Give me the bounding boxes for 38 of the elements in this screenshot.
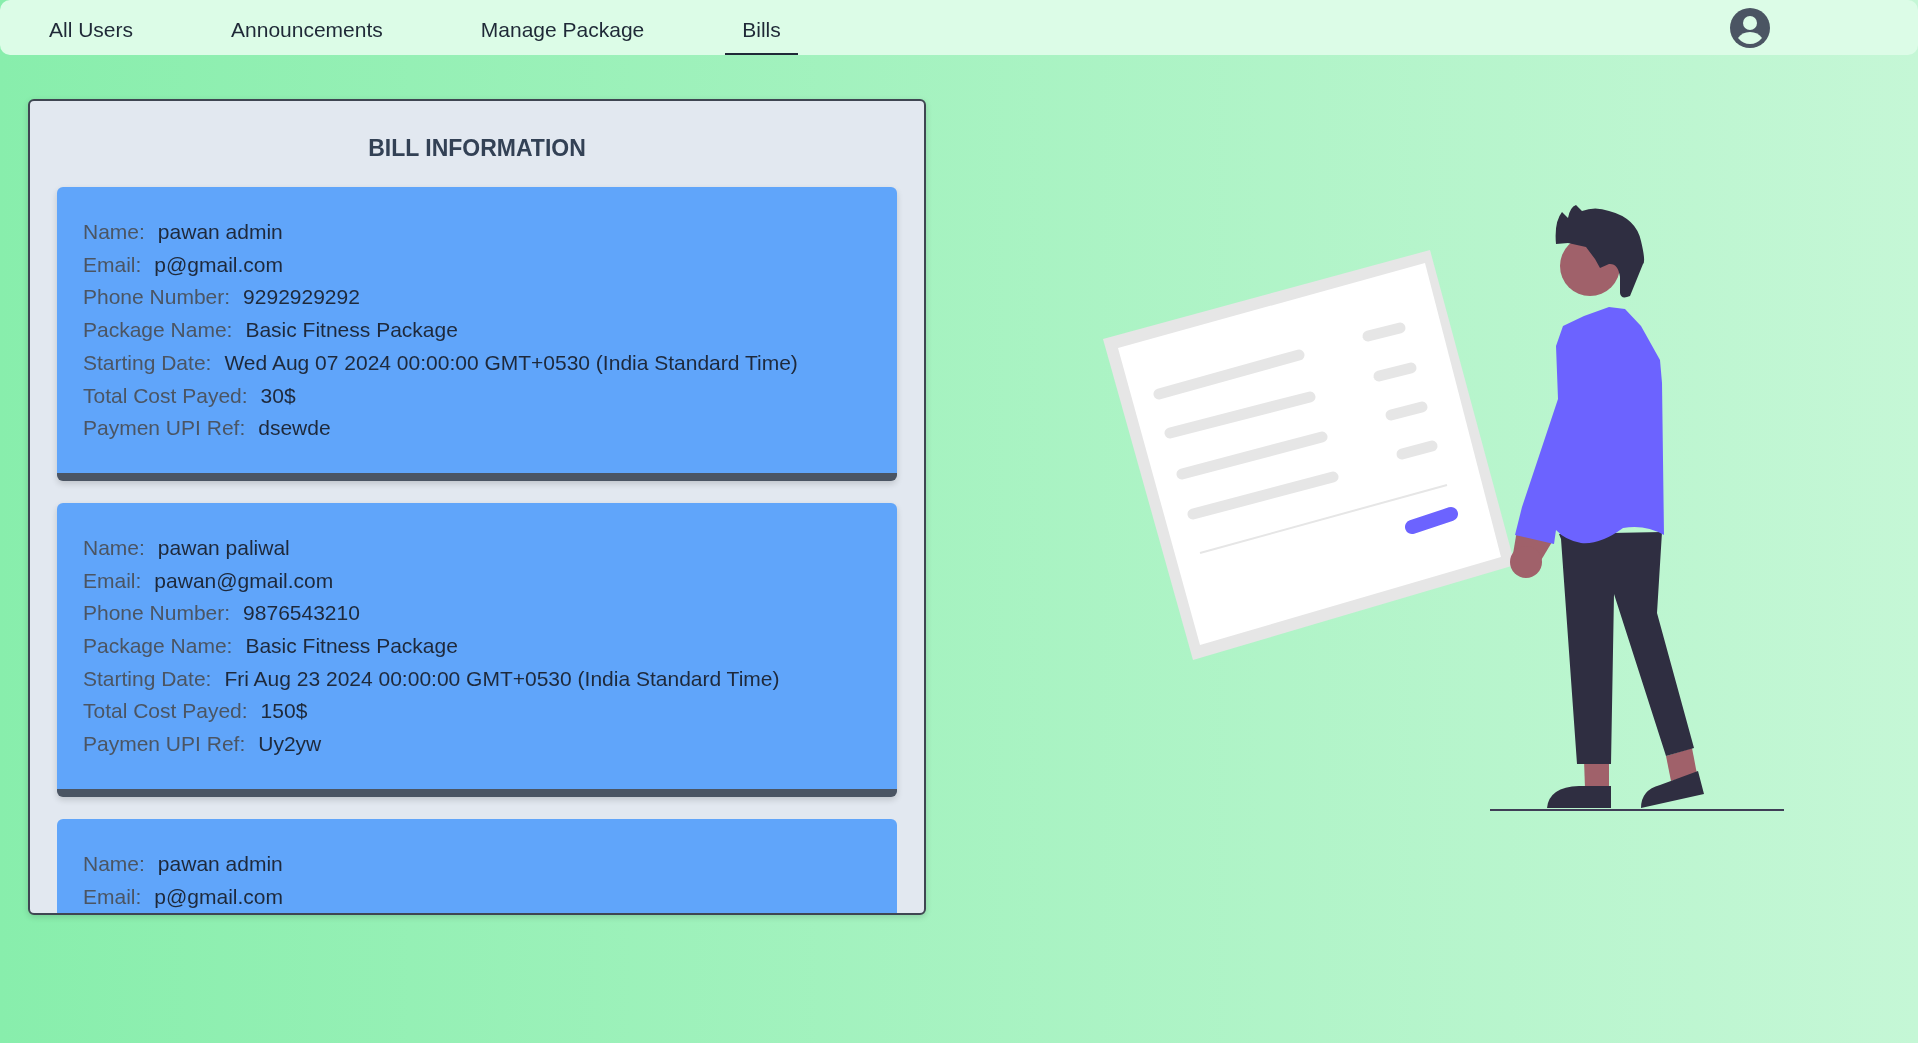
field-label: Total Cost Payed: bbox=[83, 382, 248, 409]
nav-tab[interactable]: Announcements bbox=[214, 0, 400, 55]
field-value: dsewde bbox=[258, 415, 331, 442]
field-label: Email: bbox=[83, 567, 142, 594]
field-value: 9292929292 bbox=[243, 284, 360, 311]
field-value: pawan admin bbox=[157, 219, 283, 245]
field-label: Package Name: bbox=[83, 317, 233, 344]
field-value: 30$ bbox=[260, 382, 296, 409]
field-label: Email: bbox=[83, 883, 142, 910]
field-value: Fri Aug 23 2024 00:00:00 GMT+0530 (India Standard Time) bbox=[224, 665, 780, 692]
field-label: Phone Number: bbox=[83, 600, 231, 627]
field-label: Email: bbox=[83, 251, 142, 278]
field-value: Basic Fitness Package bbox=[245, 633, 458, 660]
field-label: Paymen UPI Ref: bbox=[83, 415, 246, 442]
field-value: Wed Aug 07 2024 00:00:00 GMT+0530 (India Standard Time) bbox=[224, 349, 798, 376]
field-label: Name: bbox=[83, 534, 145, 561]
field-value: pawan@gmail.com bbox=[154, 567, 334, 594]
field-label: Name: bbox=[83, 850, 145, 877]
field-value: 9876543210 bbox=[243, 600, 360, 627]
field-label: Starting Date: bbox=[83, 349, 212, 376]
field-value: 150$ bbox=[260, 698, 308, 725]
account-icon[interactable] bbox=[1730, 7, 1770, 48]
field-value: Basic Fitness Package bbox=[245, 317, 458, 344]
field-value: Uy2yw bbox=[258, 731, 322, 758]
field-label: Total Cost Payed: bbox=[83, 698, 248, 725]
field-label: Phone Number: bbox=[83, 284, 231, 311]
field-label: Name: bbox=[83, 219, 145, 245]
field-label: Paymen UPI Ref: bbox=[83, 731, 246, 758]
nav-tab[interactable]: Bills bbox=[725, 0, 798, 55]
nav-tab[interactable]: All Users bbox=[32, 0, 150, 55]
field-label: Starting Date: bbox=[83, 665, 212, 692]
panel-title: BILL INFORMATION bbox=[367, 134, 587, 163]
field-value: p@gmail.com bbox=[154, 883, 284, 910]
field-value: pawan admin bbox=[157, 850, 283, 877]
field-label: Package Name: bbox=[83, 633, 233, 660]
nav-tab[interactable]: Manage Package bbox=[463, 0, 662, 55]
field-value: pawan paliwal bbox=[157, 534, 290, 561]
field-value: p@gmail.com bbox=[154, 251, 284, 278]
